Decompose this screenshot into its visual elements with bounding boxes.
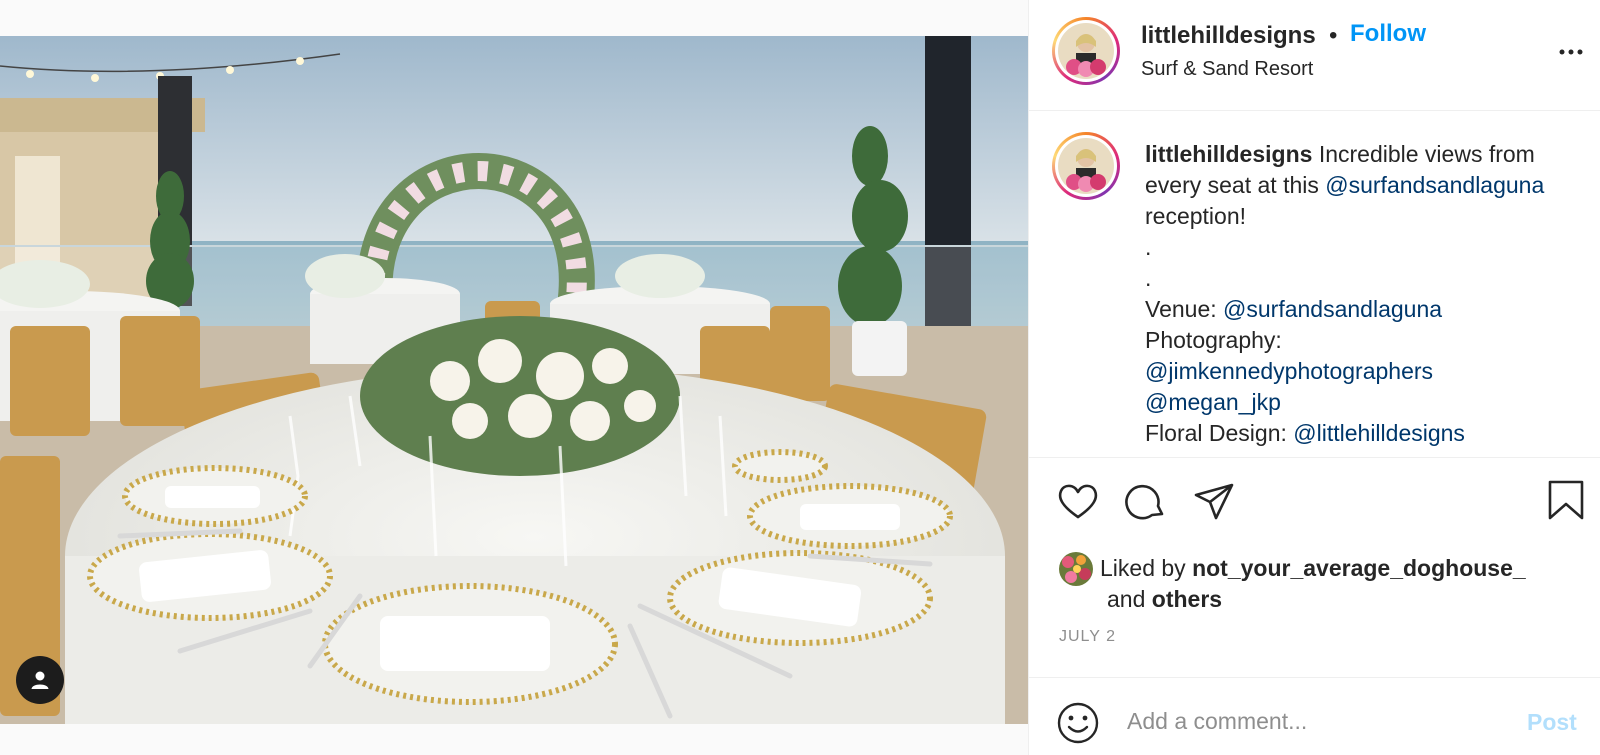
caption-avatar-image [1058, 138, 1114, 194]
smiley-icon[interactable] [1056, 701, 1100, 745]
photography-mention-2[interactable]: @megan_jkp [1145, 387, 1590, 418]
likes-and: and [1107, 586, 1152, 612]
likes-others[interactable]: others [1152, 586, 1222, 612]
header-separator: • [1329, 22, 1338, 49]
paper-plane-icon[interactable] [1192, 480, 1236, 524]
venue-label: Venue: [1145, 296, 1224, 322]
venue-mention[interactable]: @surfandsandlaguna [1223, 296, 1442, 322]
floral-label: Floral Design: [1145, 420, 1294, 446]
author-username[interactable]: littlehilldesigns [1141, 22, 1316, 50]
likes-prefix: Liked by [1100, 555, 1193, 581]
post-photo[interactable] [0, 36, 1028, 724]
comment-input[interactable] [1127, 696, 1497, 746]
likes-line-1: Liked by not_your_average_doghouse_ [1100, 553, 1526, 584]
liker-avatar-image [1059, 552, 1093, 586]
post-comment-button[interactable]: Post [1527, 709, 1577, 736]
mention-resort[interactable]: @surfandsandlaguna [1325, 172, 1544, 198]
actions-bar [1029, 457, 1600, 537]
likes-user[interactable]: not_your_average_doghouse_ [1192, 555, 1526, 581]
photography-label: Photography: [1145, 327, 1282, 353]
caption-username[interactable]: littlehilldesigns [1145, 141, 1312, 167]
caption-text: littlehilldesigns Incredible views from … [1145, 139, 1590, 449]
caption-avatar[interactable] [1052, 132, 1120, 200]
caption-dot-1: . [1145, 234, 1152, 260]
likes-line-2: and others [1107, 584, 1222, 615]
caption-after: reception! [1145, 203, 1247, 229]
user-tag-button[interactable] [16, 656, 64, 704]
user-tag-icon [31, 671, 49, 689]
floral-line: Floral Design: @littlehilldesigns [1145, 418, 1590, 449]
comment-bubble-icon[interactable] [1124, 480, 1168, 524]
more-options-icon[interactable] [1557, 38, 1585, 66]
photography-mention-1[interactable]: @jimkennedyphotographers [1145, 356, 1590, 387]
post-side-panel: littlehilldesigns • Follow Surf & Sand R… [1028, 0, 1600, 755]
caption-area: littlehilldesigns Incredible views from … [1029, 112, 1600, 457]
follow-button[interactable]: Follow [1350, 20, 1426, 48]
post-header: littlehilldesigns • Follow Surf & Sand R… [1029, 0, 1600, 111]
floral-mention[interactable]: @littlehilldesigns [1293, 420, 1465, 446]
wedding-reception-image [0, 36, 1028, 724]
media-panel [0, 0, 1028, 755]
author-avatar-image [1058, 23, 1114, 79]
venue-line: Venue: @surfandsandlaguna [1145, 294, 1590, 325]
caption-dot-2: . [1145, 265, 1152, 291]
bookmark-icon[interactable] [1544, 478, 1588, 522]
author-avatar[interactable] [1052, 17, 1120, 85]
caption-first-paragraph: littlehilldesigns Incredible views from … [1145, 139, 1590, 232]
post-date[interactable]: JULY 2 [1059, 628, 1116, 646]
liker-avatar[interactable] [1059, 552, 1093, 586]
comment-bar: Post [1029, 677, 1600, 755]
post-location[interactable]: Surf & Sand Resort [1141, 58, 1313, 81]
heart-icon[interactable] [1056, 480, 1100, 524]
